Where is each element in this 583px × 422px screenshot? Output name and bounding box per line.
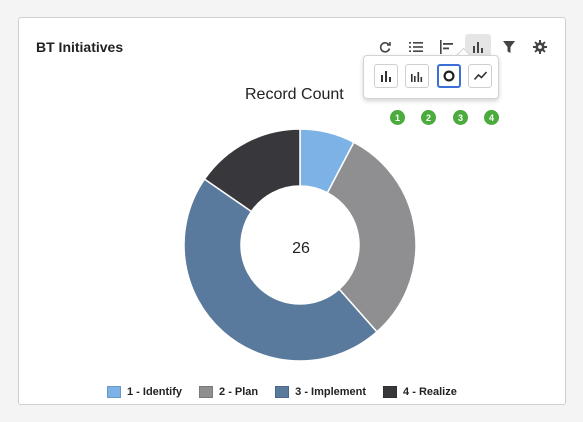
option-badge-1: 1 (390, 110, 405, 125)
bar-chart-icon (381, 70, 391, 82)
option-badge-4: 4 (484, 110, 499, 125)
legend-label: 1 - Identify (127, 386, 183, 398)
chart-type-menu (363, 55, 499, 99)
legend-item-identify[interactable]: 1 - Identify (107, 386, 182, 398)
total-count: 26 (292, 240, 310, 257)
chart-type-grouped-bar-option[interactable] (405, 64, 429, 88)
legend-label: 3 - Implement (295, 386, 367, 398)
chart-type-line-option[interactable] (468, 64, 492, 88)
legend-swatch (275, 386, 290, 398)
legend-item-implement[interactable]: 3 - Implement (275, 386, 366, 398)
chart-legend: 1 - Identify 2 - Plan 3 - Implement 4 - … (107, 384, 474, 400)
legend-item-realize[interactable]: 4 - Realize (383, 386, 457, 398)
grouped-bar-icon (411, 71, 423, 82)
legend-label: 4 - Realize (403, 386, 457, 398)
legend-label: 2 - Plan (219, 386, 259, 398)
legend-swatch (107, 386, 121, 398)
donut-icon (443, 70, 455, 82)
line-chart-icon (473, 71, 487, 81)
legend-swatch (199, 386, 214, 398)
legend-item-plan[interactable]: 2 - Plan (199, 386, 258, 398)
legend-swatch (383, 386, 398, 398)
chart-type-donut-option[interactable] (437, 64, 461, 88)
chart-type-bar-option[interactable] (374, 64, 398, 88)
option-badge-3: 3 (453, 110, 468, 125)
option-badge-2: 2 (421, 110, 436, 125)
